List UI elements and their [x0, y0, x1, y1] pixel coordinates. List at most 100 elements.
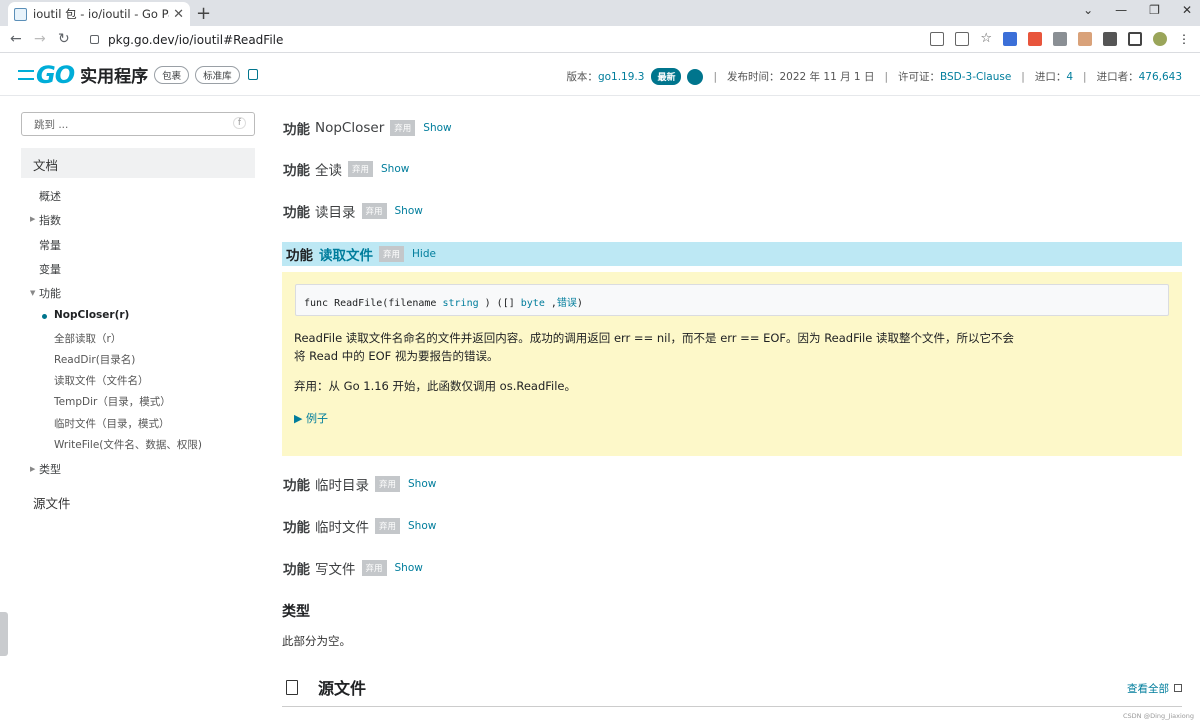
source-files-title: 源文件 [318, 679, 367, 698]
restore-icon[interactable]: ❐ [1149, 3, 1160, 17]
go-logo[interactable]: GO [18, 61, 75, 89]
imports-link[interactable]: 4 [1066, 71, 1073, 83]
copy-path-icon[interactable] [247, 69, 258, 80]
deprecated-tag: 弃用 [379, 246, 405, 262]
minimize-icon[interactable]: — [1115, 3, 1127, 17]
caret-right-icon[interactable]: ▶ [30, 215, 35, 223]
sidebar-func-readall[interactable]: 全部读取（r） [54, 331, 121, 346]
function-row: 功能 临时文件 弃用 Show [283, 516, 436, 536]
caret-down-icon[interactable]: ▼ [30, 289, 35, 297]
hide-link[interactable]: Hide [412, 248, 436, 260]
latest-info-icon[interactable] [687, 68, 704, 85]
types-empty-text: 此部分为空。 [282, 634, 351, 648]
show-link[interactable]: Show [408, 478, 436, 490]
sig-type-string[interactable]: string [442, 298, 478, 309]
version-link[interactable]: go1.19.3 [598, 71, 645, 83]
scroll-grip[interactable] [0, 612, 8, 656]
show-link[interactable]: Show [381, 163, 409, 175]
jump-placeholder: 跳到 ... [34, 119, 69, 131]
url-text: pkg.go.dev/io/ioutil#ReadFile [108, 32, 284, 47]
sig-type-byte[interactable]: byte [521, 298, 545, 309]
sidebar-item-index[interactable]: 指数 [39, 212, 61, 228]
func-keyword: 功能 [283, 205, 310, 221]
sidebar-docs-heading[interactable]: 文档 [21, 148, 255, 178]
sidebar-func-writefile[interactable]: WriteFile(文件名、数据、权限) [54, 437, 202, 452]
importers-link[interactable]: 476,643 [1139, 71, 1182, 83]
sidebar-func-tempfile[interactable]: 临时文件（目录，模式） [54, 416, 170, 431]
function-row: 功能 全读 弃用 Show [283, 159, 409, 179]
sidebar-item-constants[interactable]: 常量 [39, 237, 61, 253]
browser-tab[interactable]: ioutil 包 - io/ioutil - Go Packag ✕ [8, 2, 190, 26]
sidebar-item-variables[interactable]: 变量 [39, 261, 61, 277]
extension-icon[interactable] [1028, 32, 1042, 46]
deprecated-tag: 弃用 [375, 518, 401, 534]
function-name[interactable]: 读目录 [315, 201, 356, 221]
importers-label: 进口者： [1096, 71, 1139, 83]
function-name[interactable]: 临时目录 [315, 474, 369, 494]
extensions-puzzle-icon[interactable] [1103, 32, 1117, 46]
description-line: ReadFile 读取文件名命名的文件并返回内容。成功的调用返回 err == … [294, 331, 1014, 345]
sig-prefix: func ReadFile(filename [304, 298, 443, 309]
function-name[interactable]: 读取文件 [319, 244, 373, 264]
license-label: 许可证： [898, 71, 940, 83]
func-keyword: 功能 [283, 122, 310, 138]
caret-right-icon[interactable]: ▶ [30, 465, 35, 473]
show-link[interactable]: Show [423, 122, 451, 134]
sidebar-func-readdir[interactable]: ReadDir(目录名) [54, 352, 135, 367]
translate-extension-icon[interactable] [1003, 32, 1017, 46]
forward-icon[interactable]: → [34, 31, 46, 47]
new-tab-icon[interactable]: + [196, 3, 211, 24]
func-keyword: 功能 [283, 520, 310, 536]
sidebar-source-files[interactable]: 源文件 [33, 493, 71, 512]
sig-type-error[interactable]: 错误 [557, 298, 577, 309]
back-icon[interactable]: ← [10, 31, 22, 47]
func-keyword: 功能 [286, 248, 313, 264]
tab-search-icon[interactable]: ⌄ [1083, 3, 1093, 17]
jump-to-input[interactable]: 跳到 ... f [21, 112, 255, 136]
reload-icon[interactable]: ↻ [58, 31, 70, 47]
extension-icon[interactable] [1078, 32, 1092, 46]
show-link[interactable]: Show [395, 205, 423, 217]
license-link[interactable]: BSD-3-Clause [940, 71, 1011, 83]
stdlib-pill[interactable]: 标准库 [195, 65, 240, 84]
vue-devtools-icon[interactable] [1053, 32, 1067, 46]
sidebar-func-readfile[interactable]: 读取文件（文件名） [54, 373, 149, 388]
version-label: 版本： [566, 71, 598, 83]
example-toggle[interactable]: ▶ 例子 [294, 410, 328, 426]
sidebar-item-functions[interactable]: 功能 [39, 285, 61, 301]
sidebar-func-nopcloser[interactable]: NopCloser(r) [54, 309, 129, 321]
deprecated-tag: 弃用 [361, 560, 387, 576]
function-name[interactable]: NopCloser [315, 120, 384, 136]
sidebar-item-overview[interactable]: 概述 [39, 188, 61, 204]
function-name[interactable]: 全读 [315, 159, 342, 179]
file-icon [286, 679, 298, 695]
close-tab-icon[interactable]: ✕ [173, 7, 184, 22]
view-all-link[interactable]: 查看全部 [1127, 681, 1182, 696]
deprecated-tag: 弃用 [348, 161, 374, 177]
function-name[interactable]: 临时文件 [315, 516, 369, 536]
avatar[interactable] [1153, 32, 1167, 46]
func-keyword: 功能 [283, 562, 310, 578]
function-detail: func ReadFile(filename string ) ([] byte… [282, 272, 1182, 456]
divider [282, 706, 1182, 707]
speed-lines-icon [18, 69, 34, 80]
sidebar-func-tempdir[interactable]: TempDir（目录，模式） [54, 394, 171, 409]
side-panel-icon[interactable] [1128, 32, 1142, 46]
published-date: 发布时间：2022 年 11 月 1 日 [727, 71, 875, 83]
bookmark-star-icon[interactable]: ☆ [980, 32, 992, 46]
translate-icon[interactable] [930, 32, 945, 46]
more-menu-icon[interactable]: ⋮ [1178, 32, 1190, 46]
share-icon[interactable] [955, 32, 970, 46]
show-link[interactable]: Show [408, 520, 436, 532]
lock-icon [90, 35, 99, 44]
package-pill: 包裹 [154, 65, 190, 84]
watermark: CSDN @Ding_Jiaxiong [1123, 712, 1194, 720]
divider: | [713, 70, 717, 83]
function-name[interactable]: 写文件 [315, 558, 356, 578]
browser-toolbar: ← → ↻ pkg.go.dev/io/ioutil#ReadFile ☆ ⋮ [0, 26, 1200, 53]
close-window-icon[interactable]: ✕ [1182, 3, 1192, 17]
active-bullet-icon [42, 314, 47, 319]
show-link[interactable]: Show [395, 562, 423, 574]
address-bar[interactable]: pkg.go.dev/io/ioutil#ReadFile [78, 29, 928, 50]
sidebar-item-types[interactable]: 类型 [39, 461, 61, 477]
